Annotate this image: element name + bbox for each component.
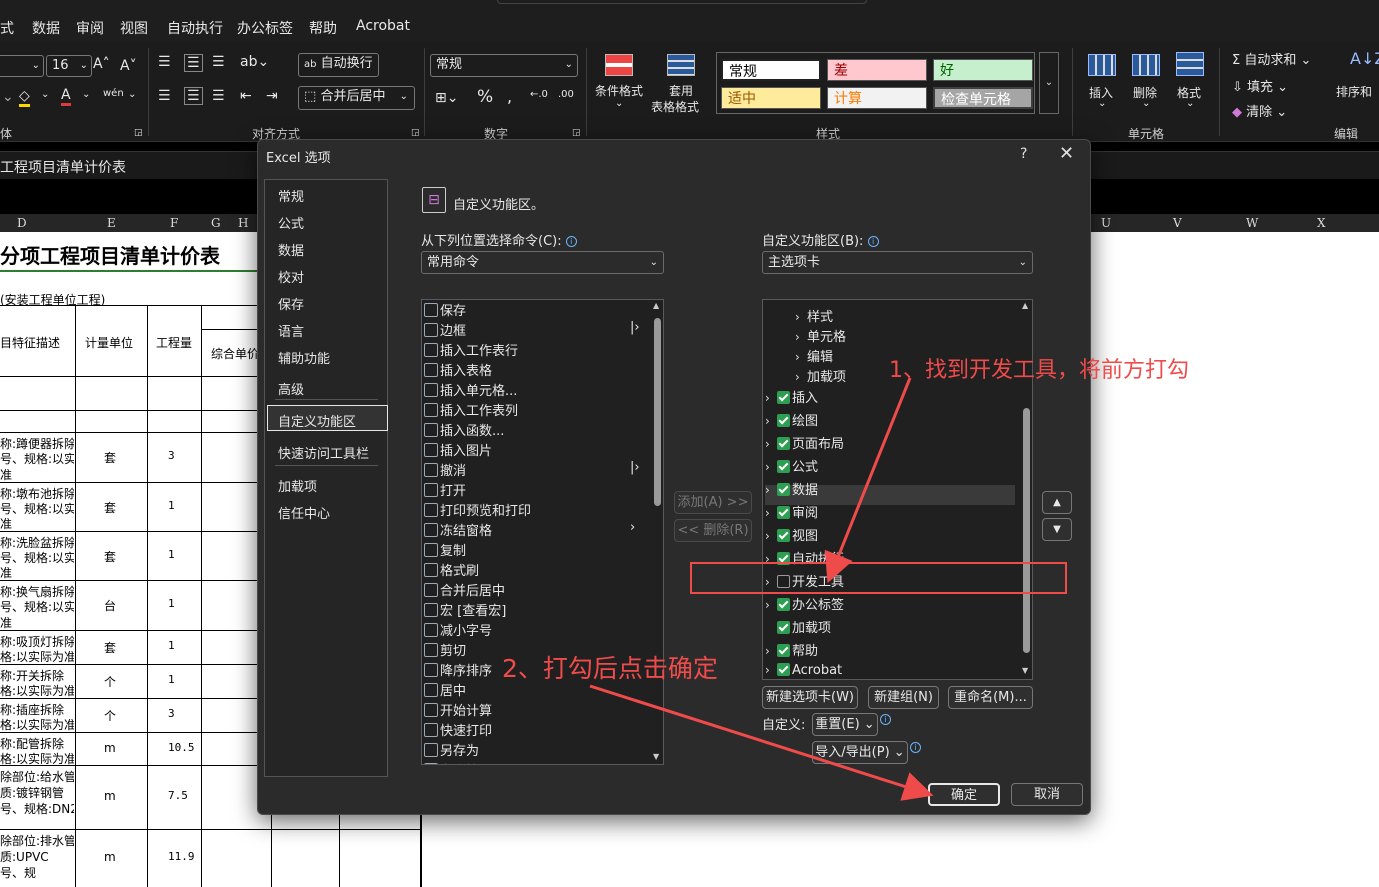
annotation-arrows (589, 377, 934, 801)
arrow-to-developer (824, 377, 912, 584)
arrow-to-ok (589, 684, 934, 801)
